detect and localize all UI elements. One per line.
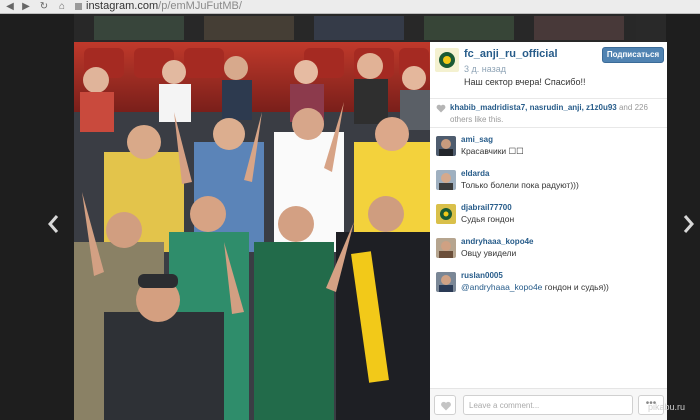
heart-icon — [441, 401, 451, 411]
likes-others-text: others like this. — [450, 115, 504, 124]
home-icon[interactable]: ⌂ — [56, 1, 68, 13]
list-item: ruslan0005 @andryhaaa_kopo4e гондон и су… — [430, 270, 667, 304]
comment-username[interactable]: djabrail77700 — [461, 203, 512, 212]
page-icon — [75, 3, 82, 10]
comment-input[interactable] — [463, 395, 633, 415]
comment-username[interactable]: andryhaaa_kopo4e — [461, 237, 533, 246]
list-item: andryhaaa_kopo4e Овцу увидели — [430, 236, 667, 270]
likers-list: khabib_madridista7, nasrudin_anji, z1z0u… — [450, 103, 648, 112]
back-icon[interactable]: ◀ — [4, 1, 16, 13]
post-time: 3 д. назад — [464, 64, 507, 74]
avatar[interactable] — [436, 204, 456, 224]
url-host: instagram.com — [86, 0, 159, 12]
comment-mention[interactable]: @andryhaaa_kopo4e — [461, 282, 542, 292]
next-arrow-icon[interactable] — [680, 212, 696, 236]
likes-section: khabib_madridista7, nasrudin_anji, z1z0u… — [430, 98, 667, 128]
watermark: pikabu.ru — [648, 402, 686, 412]
crowd-photo — [74, 42, 430, 420]
comment-text: @andryhaaa_kopo4e гондон и судья)) — [461, 282, 609, 292]
comment-text: Только болели пока радуют))) — [461, 180, 579, 190]
follow-button[interactable]: Подписаться — [602, 47, 664, 63]
comment-text-body: гондон и судья)) — [544, 282, 609, 292]
avatar[interactable] — [436, 136, 456, 156]
comment-text: Судья гондон — [461, 214, 515, 224]
comment-username[interactable]: ami_sag — [461, 135, 493, 144]
url-field[interactable]: instagram.com/p/emMJuFutMB/ — [86, 0, 242, 14]
comment-username[interactable]: eldarda — [461, 169, 489, 178]
comment-text: Красавчики ☐☐ — [461, 146, 524, 156]
post-modal: fc_anji_ru_official 3 д. назад Подписать… — [74, 42, 667, 420]
comment-username[interactable]: ruslan0005 — [461, 271, 503, 280]
browser-address-bar: ◀ ▶ ↻ ⌂ instagram.com/p/emMJuFutMB/ — [0, 0, 700, 14]
page-background-strip — [74, 14, 666, 42]
like-button[interactable] — [434, 395, 456, 415]
post-sidebar: fc_anji_ru_official 3 д. назад Подписать… — [430, 42, 667, 420]
likes-count: 226 — [634, 103, 648, 112]
likers-names[interactable]: khabib_madridista7, nasrudin_anji, z1z0u… — [450, 103, 617, 112]
comment-footer: ••• — [430, 388, 667, 420]
previous-arrow-icon[interactable] — [46, 212, 62, 236]
post-caption: Наш сектор вчера! Спасибо!! — [464, 77, 586, 87]
url-path: /p/emMJuFutMB/ — [158, 0, 242, 12]
list-item: djabrail77700 Судья гондон — [430, 202, 667, 236]
avatar[interactable] — [435, 48, 459, 72]
heart-icon — [436, 104, 446, 113]
reload-icon[interactable]: ↻ — [38, 1, 50, 13]
likers-and: and — [618, 103, 633, 112]
avatar[interactable] — [436, 272, 456, 292]
list-item: ami_sag Красавчики ☐☐ — [430, 134, 667, 168]
post-header: fc_anji_ru_official 3 д. назад Подписать… — [430, 42, 667, 96]
avatar[interactable] — [436, 170, 456, 190]
forward-icon[interactable]: ▶ — [20, 1, 32, 13]
list-item: eldarda Только болели пока радуют))) — [430, 168, 667, 202]
post-username[interactable]: fc_anji_ru_official — [464, 48, 558, 60]
comment-text: Овцу увидели — [461, 248, 517, 258]
avatar[interactable] — [436, 238, 456, 258]
